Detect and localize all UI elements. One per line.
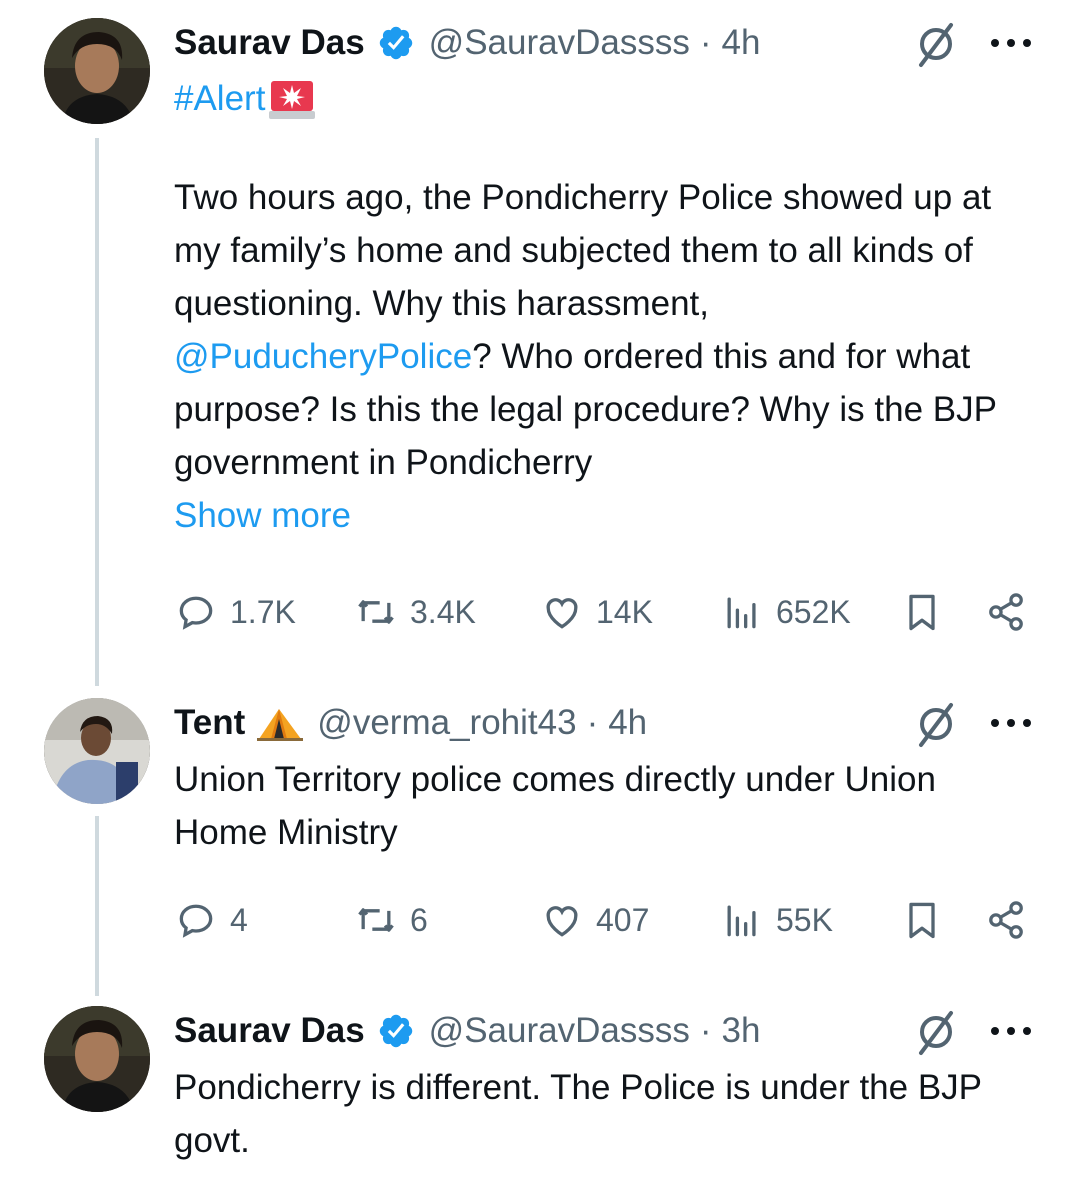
reply-button[interactable]: 4 bbox=[174, 895, 248, 945]
grok-icon[interactable] bbox=[911, 1007, 961, 1057]
author-handle[interactable]: @verma_rohit43 bbox=[317, 703, 576, 743]
views-button[interactable]: 55K bbox=[720, 895, 833, 945]
grok-icon[interactable] bbox=[911, 19, 961, 69]
share-button[interactable] bbox=[984, 895, 1028, 945]
reply-icon bbox=[179, 904, 213, 938]
avatar[interactable] bbox=[44, 698, 150, 804]
reply-count: 1.7K bbox=[230, 593, 296, 630]
tweet-text: Pondicherry is different. The Police is … bbox=[174, 1068, 982, 1160]
timestamp[interactable]: 3h bbox=[722, 1011, 761, 1051]
repost-button[interactable]: 3.4K bbox=[354, 587, 476, 637]
bookmark-icon bbox=[909, 594, 935, 631]
tent-emoji-icon bbox=[257, 709, 304, 741]
reply-button[interactable]: 1.7K bbox=[174, 587, 296, 637]
tweet-text: Two hours ago, the Pondicherry Police sh… bbox=[174, 171, 1031, 489]
tweet-text-part: Two hours ago, the Pondicherry Police sh… bbox=[174, 178, 992, 323]
separator-dot: · bbox=[586, 703, 599, 742]
tweet-actions: 1.7K 3.4K 14K 652K bbox=[174, 587, 1031, 637]
more-icon[interactable] bbox=[991, 18, 1031, 68]
author-name[interactable]: Saurav Das bbox=[174, 23, 365, 63]
repost-count: 3.4K bbox=[410, 593, 476, 630]
like-icon bbox=[546, 598, 578, 629]
like-count: 14K bbox=[596, 593, 653, 630]
like-button[interactable]: 14K bbox=[540, 587, 653, 637]
repost-icon bbox=[358, 600, 394, 624]
tweet-actions: 4 6 407 55K bbox=[174, 895, 1031, 945]
mention-link[interactable]: @PuducheryPolice bbox=[174, 337, 472, 376]
author-handle[interactable]: @SauravDassss bbox=[429, 23, 690, 63]
avatar[interactable] bbox=[44, 1006, 150, 1112]
views-count: 652K bbox=[776, 593, 851, 630]
verified-badge-icon bbox=[379, 1014, 412, 1048]
share-icon bbox=[989, 593, 1023, 631]
siren-emoji-icon bbox=[269, 81, 316, 119]
more-icon[interactable] bbox=[991, 698, 1031, 748]
like-icon bbox=[546, 906, 578, 937]
bookmark-icon bbox=[909, 902, 935, 939]
hashtag-line: #Alert bbox=[174, 72, 1031, 126]
repost-button[interactable]: 6 bbox=[354, 895, 428, 945]
more-icon[interactable] bbox=[991, 1006, 1031, 1056]
separator-dot: · bbox=[699, 1011, 712, 1050]
views-count: 55K bbox=[776, 901, 833, 938]
tweet-header: Tent @verma_rohit43 · 4h bbox=[174, 698, 1031, 748]
separator-dot: · bbox=[699, 23, 712, 62]
share-icon bbox=[989, 901, 1023, 939]
views-icon bbox=[727, 597, 756, 629]
like-count: 407 bbox=[596, 901, 650, 938]
bookmark-button[interactable] bbox=[900, 587, 944, 637]
tweet[interactable]: Tent @verma_rohit43 · 4h Union Territory… bbox=[174, 698, 1031, 939]
avatar[interactable] bbox=[44, 18, 150, 124]
grok-icon[interactable] bbox=[911, 699, 961, 749]
repost-icon bbox=[358, 908, 394, 932]
tweet[interactable]: Saurav Das @SauravDassss · 3h Pondicherr… bbox=[174, 1006, 1031, 1167]
verified-badge-icon bbox=[379, 26, 412, 60]
tweet-header: Saurav Das @SauravDassss · 4h bbox=[174, 18, 1031, 68]
thread-line bbox=[95, 816, 99, 996]
show-more-link[interactable]: Show more bbox=[174, 489, 1031, 542]
thread-line bbox=[95, 138, 99, 686]
hashtag-link[interactable]: #Alert bbox=[174, 72, 265, 126]
bookmark-button[interactable] bbox=[900, 895, 944, 945]
views-button[interactable]: 652K bbox=[720, 587, 851, 637]
repost-count: 6 bbox=[410, 901, 428, 938]
reply-count: 4 bbox=[230, 901, 248, 938]
share-button[interactable] bbox=[984, 587, 1028, 637]
views-icon bbox=[727, 905, 756, 937]
timestamp[interactable]: 4h bbox=[722, 23, 761, 63]
tweet-header: Saurav Das @SauravDassss · 3h bbox=[174, 1006, 1031, 1056]
reply-icon bbox=[179, 596, 213, 630]
author-handle[interactable]: @SauravDassss bbox=[429, 1011, 690, 1051]
like-button[interactable]: 407 bbox=[540, 895, 649, 945]
author-name[interactable]: Tent bbox=[174, 703, 245, 743]
tweet[interactable]: Saurav Das @SauravDassss · 4h #Alert Two… bbox=[174, 18, 1031, 631]
tweet-text: Union Territory police comes directly un… bbox=[174, 760, 936, 852]
timestamp[interactable]: 4h bbox=[608, 703, 647, 743]
author-name[interactable]: Saurav Das bbox=[174, 1011, 365, 1051]
